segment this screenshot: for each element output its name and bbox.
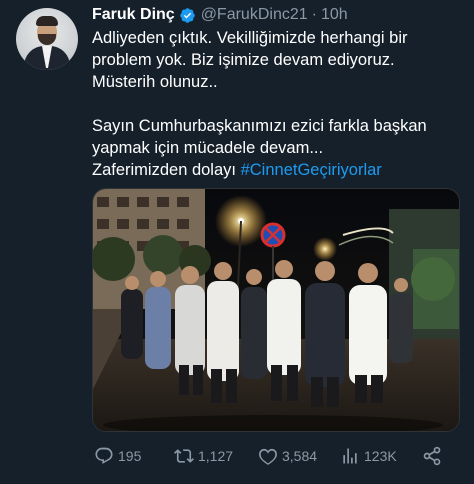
tweet-actions: 195 1,127 3,584 123K [92, 444, 452, 468]
share-button[interactable] [422, 444, 442, 468]
views-icon [343, 448, 357, 464]
tweet-line: Zaferimizden dolayı [92, 161, 236, 179]
author-name[interactable]: Faruk Dinç [92, 6, 175, 24]
tweet-line: problem yok. Biz işimize devam ediyoruz. [92, 51, 395, 69]
like-button[interactable]: 3,584 [258, 444, 317, 468]
tweet-line-with-hashtag: Zaferimizden dolayı #CinnetGeçiriyorlar [92, 159, 462, 181]
retweet-count: 1,127 [198, 448, 234, 464]
author-avatar[interactable] [16, 8, 78, 70]
like-icon [259, 448, 277, 465]
tweet-line: Sayın Cumhurbaşkanımızı ezici farkla baş… [92, 117, 427, 135]
header-separator: · [311, 6, 317, 23]
retweet-button[interactable]: 1,127 [174, 444, 233, 468]
reply-button[interactable]: 195 [94, 444, 141, 468]
like-count: 3,584 [282, 448, 318, 464]
views-button[interactable]: 123K [340, 444, 397, 468]
reply-count: 195 [118, 448, 142, 464]
tweet-line: Müsterih olunuz.. [92, 73, 218, 91]
verified-badge-icon [179, 7, 195, 23]
share-icon [423, 446, 441, 466]
tweet-header: Faruk Dinç @FarukDinc21 · 10h [92, 5, 348, 25]
author-handle[interactable]: @FarukDinc21 [201, 6, 308, 24]
tweet-card: Faruk Dinç @FarukDinc21 · 10h Adliyeden … [0, 0, 474, 484]
tweet-line: yapmak için mücadele devam... [92, 139, 324, 157]
tweet-line: Adliyeden çıktık. Vekilliğimizde herhang… [92, 29, 408, 47]
retweet-icon [174, 449, 194, 463]
tweet-text: Adliyeden çıktık. Vekilliğimizde herhang… [92, 27, 462, 181]
hashtag-link[interactable]: #CinnetGeçiriyorlar [241, 161, 382, 179]
reply-icon [95, 447, 113, 464]
tweet-photo[interactable] [92, 188, 460, 432]
view-count: 123K [364, 448, 397, 464]
street-photo [93, 189, 459, 431]
tweet-timestamp[interactable]: 10h [321, 6, 348, 24]
